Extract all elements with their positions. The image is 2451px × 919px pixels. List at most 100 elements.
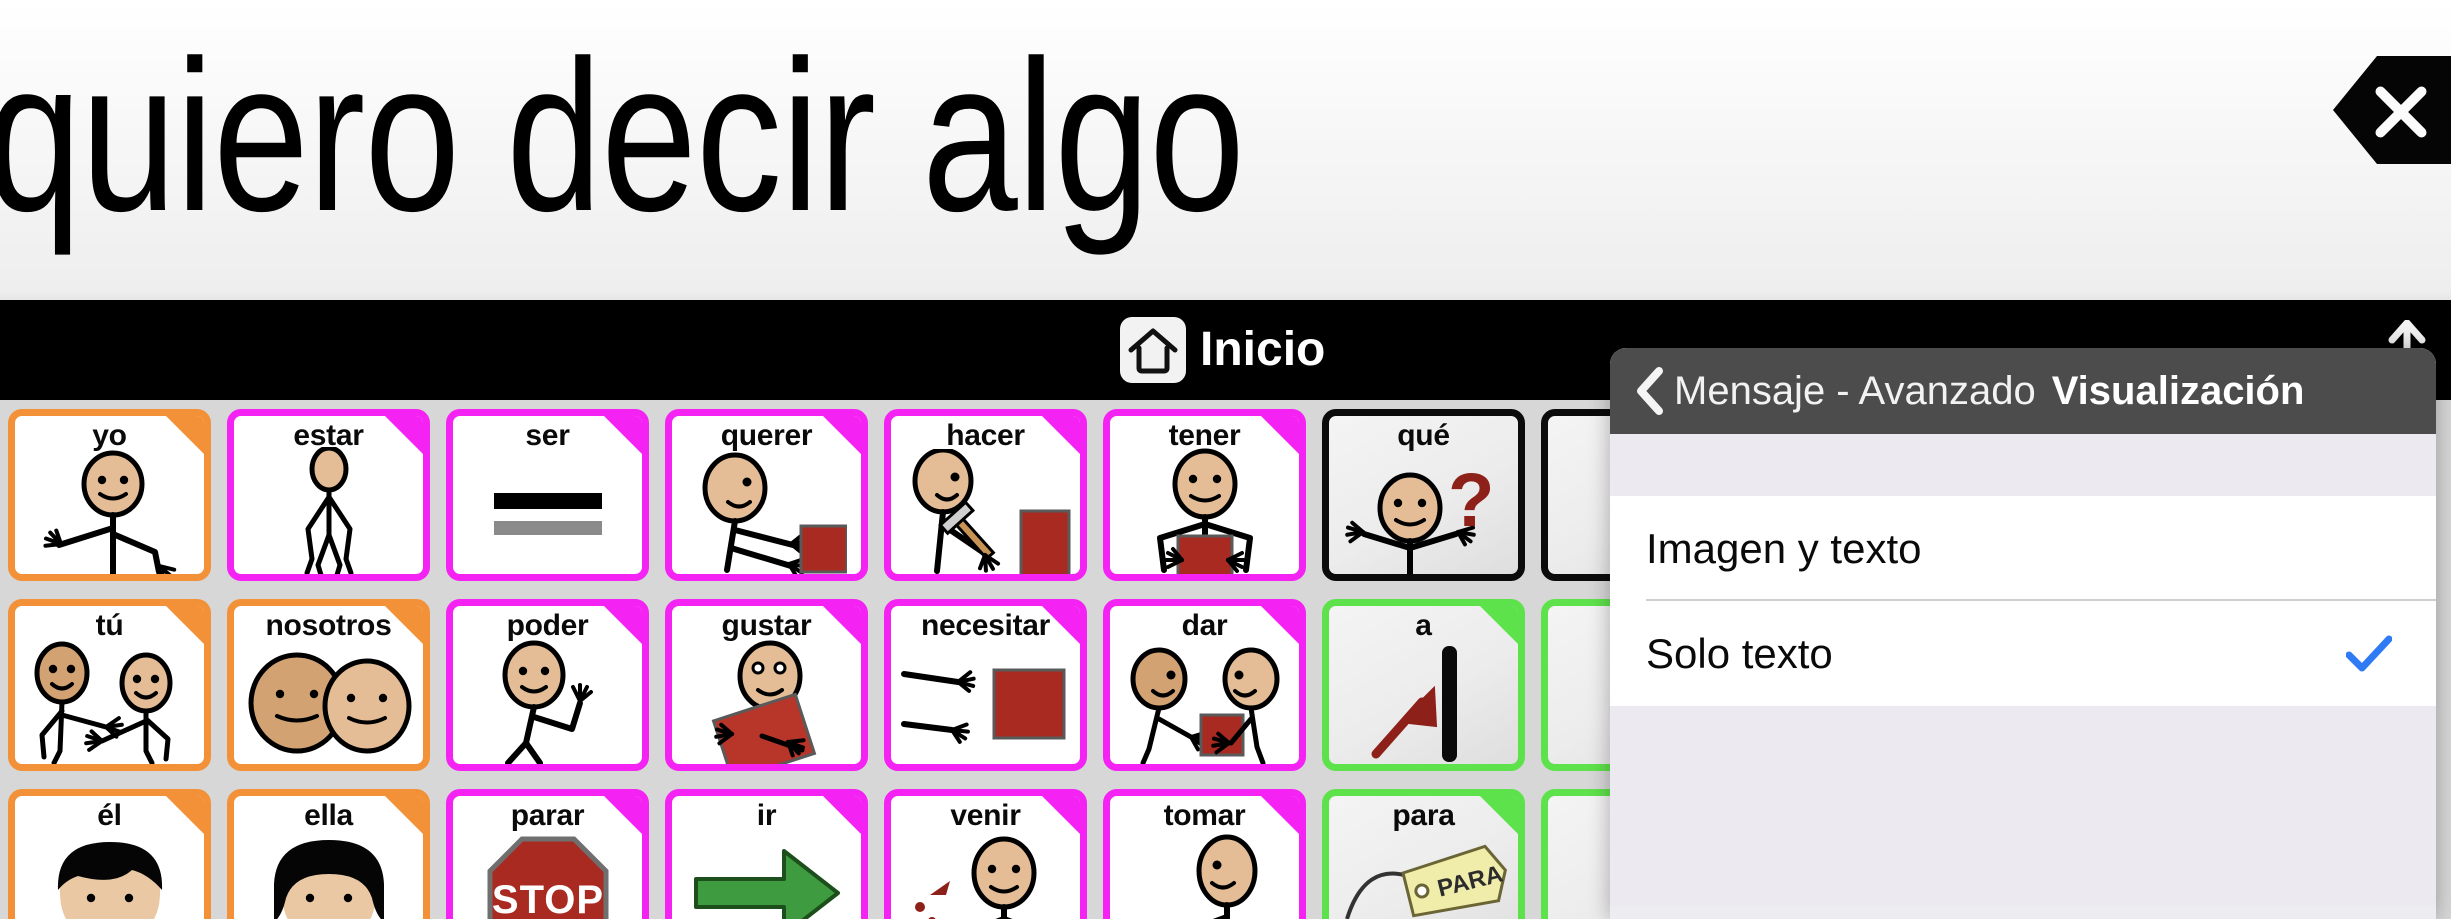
stop-sign-icon: STOP: [453, 834, 642, 919]
grid-cell-label: necesitar: [920, 609, 1051, 642]
grid-cell-venir[interactable]: venir: [876, 780, 1095, 919]
chevron-left-icon[interactable]: [1632, 367, 1666, 415]
close-button[interactable]: [2333, 56, 2451, 164]
grid-cell-body: estar: [227, 409, 430, 581]
grid-cell-a[interactable]: a: [1314, 590, 1533, 780]
popover-option-label: Imagen y texto: [1646, 524, 1922, 572]
grid-cell-body: a: [1322, 599, 1525, 771]
grid-cell-label: ir: [756, 799, 777, 832]
grid-cell-gustar[interactable]: gustar: [657, 590, 876, 780]
person-question-icon: ?: [1329, 454, 1518, 574]
grid-cell-body: ser: [446, 409, 649, 581]
popover-title: Visualización: [2051, 369, 2305, 413]
two-people-pointing-icon: [15, 641, 204, 764]
grid-cell-para[interactable]: para PARA: [1314, 780, 1533, 919]
boy-face-icon: [15, 834, 204, 919]
popover-header: Mensaje - Avanzado Visualización: [1610, 348, 2436, 434]
grid-cell-label: para: [1392, 799, 1455, 832]
person-hugging-book-icon: [672, 640, 861, 764]
person-flexing-icon: [453, 640, 642, 764]
grid-cell-body: él: [8, 789, 211, 919]
grid-cell-dar[interactable]: dar: [1095, 590, 1314, 780]
person-coming-icon: [891, 834, 1080, 919]
home-icon: [1120, 317, 1186, 383]
popover-spacer: [1610, 434, 2436, 496]
grid-cell-body: hacer: [884, 409, 1087, 581]
grid-cell-qué[interactable]: qué ?: [1314, 400, 1533, 590]
popover-options-list: Imagen y texto Solo texto: [1610, 496, 2436, 706]
grid-cell-label: poder: [506, 609, 589, 642]
grid-cell-body: parar STOP: [446, 789, 649, 919]
grid-cell-body: qué ?: [1322, 409, 1525, 581]
grid-cell-label: dar: [1181, 609, 1228, 642]
popover-option-solo-texto[interactable]: Solo texto: [1610, 601, 2436, 706]
popover-footer-spacer: [1610, 706, 2436, 906]
girl-face-icon: [234, 834, 423, 919]
grid-cell-parar[interactable]: parar STOP: [438, 780, 657, 919]
grid-cell-label: tú: [95, 609, 124, 642]
grid-cell-necesitar[interactable]: necesitar: [876, 590, 1095, 780]
grid-cell-nosotros[interactable]: nosotros: [219, 590, 438, 780]
grid-cell-label: nosotros: [265, 609, 392, 642]
grid-cell-body: venir: [884, 789, 1087, 919]
grid-cell-hacer[interactable]: hacer: [876, 400, 1095, 590]
grid-cell-body: necesitar: [884, 599, 1087, 771]
two-faces-icon: [234, 644, 423, 762]
grid-cell-body: tú: [8, 599, 211, 771]
grid-cell-body: ir: [665, 789, 868, 919]
grid-cell-body: tener: [1103, 409, 1306, 581]
grid-cell-body: ella: [227, 789, 430, 919]
svg-text:STOP: STOP: [491, 878, 603, 919]
green-arrow-right-icon: [672, 834, 861, 919]
person-pointing-self-icon: [15, 450, 204, 574]
person-reaching-object-icon: [672, 452, 861, 574]
person-taking-icon: [1110, 834, 1299, 919]
grid-cell-poder[interactable]: poder: [438, 590, 657, 780]
grid-cell-label: querer: [720, 419, 813, 452]
grid-cell-label: ella: [304, 799, 353, 832]
popover-option-label: Solo texto: [1646, 629, 1833, 677]
message-text: quiero decir algo: [0, 15, 1245, 256]
person-hammer-board-icon: [891, 449, 1080, 574]
hands-reaching-box-icon: [891, 644, 1080, 762]
grid-cell-label: ser: [525, 419, 570, 452]
grid-cell-estar[interactable]: estar: [219, 400, 438, 590]
popover-breadcrumb[interactable]: Mensaje - Avanzado: [1674, 367, 2036, 415]
grid-cell-body: poder: [446, 599, 649, 771]
arrow-to-line-icon: [1329, 644, 1518, 762]
grid-cell-querer[interactable]: querer: [657, 400, 876, 590]
stick-figure-standing-icon: [234, 447, 423, 574]
grid-cell-label: venir: [950, 799, 1021, 832]
equals-bars-icon: [453, 454, 642, 572]
grid-cell-tomar[interactable]: tomar: [1095, 780, 1314, 919]
checkmark-icon: [2345, 635, 2393, 673]
grid-cell-body: nosotros: [227, 599, 430, 771]
home-button-label: Inicio: [1200, 323, 1326, 376]
person-giving-box-icon: [1110, 644, 1299, 764]
grid-cell-label: tomar: [1163, 799, 1246, 832]
grid-cell-label: parar: [510, 799, 585, 832]
grid-cell-body: para PARA: [1322, 789, 1525, 919]
grid-cell-body: dar: [1103, 599, 1306, 771]
grid-cell-body: tomar: [1103, 789, 1306, 919]
grid-cell-body: yo: [8, 409, 211, 581]
svg-text:?: ?: [1448, 458, 1494, 543]
home-button[interactable]: Inicio: [1120, 317, 1325, 383]
grid-cell-label: él: [97, 799, 122, 832]
display-settings-popover: Mensaje - Avanzado Visualización Imagen …: [1610, 348, 2436, 919]
grid-cell-label: hacer: [946, 419, 1025, 452]
price-tag-para-icon: PARA: [1329, 834, 1518, 919]
grid-cell-body: querer: [665, 409, 868, 581]
person-holding-box-icon: [1110, 448, 1299, 574]
grid-cell-ser[interactable]: ser: [438, 400, 657, 590]
grid-cell-tú[interactable]: tú: [0, 590, 219, 780]
message-bar[interactable]: quiero decir algo: [0, 0, 2451, 300]
grid-cell-body: gustar: [665, 599, 868, 771]
grid-cell-ir[interactable]: ir: [657, 780, 876, 919]
grid-cell-yo[interactable]: yo: [0, 400, 219, 590]
grid-cell-ella[interactable]: ella: [219, 780, 438, 919]
grid-cell-tener[interactable]: tener: [1095, 400, 1314, 590]
grid-cell-label: a: [1415, 609, 1432, 642]
popover-option-imagen-y-texto[interactable]: Imagen y texto: [1610, 496, 2436, 601]
grid-cell-él[interactable]: él: [0, 780, 219, 919]
